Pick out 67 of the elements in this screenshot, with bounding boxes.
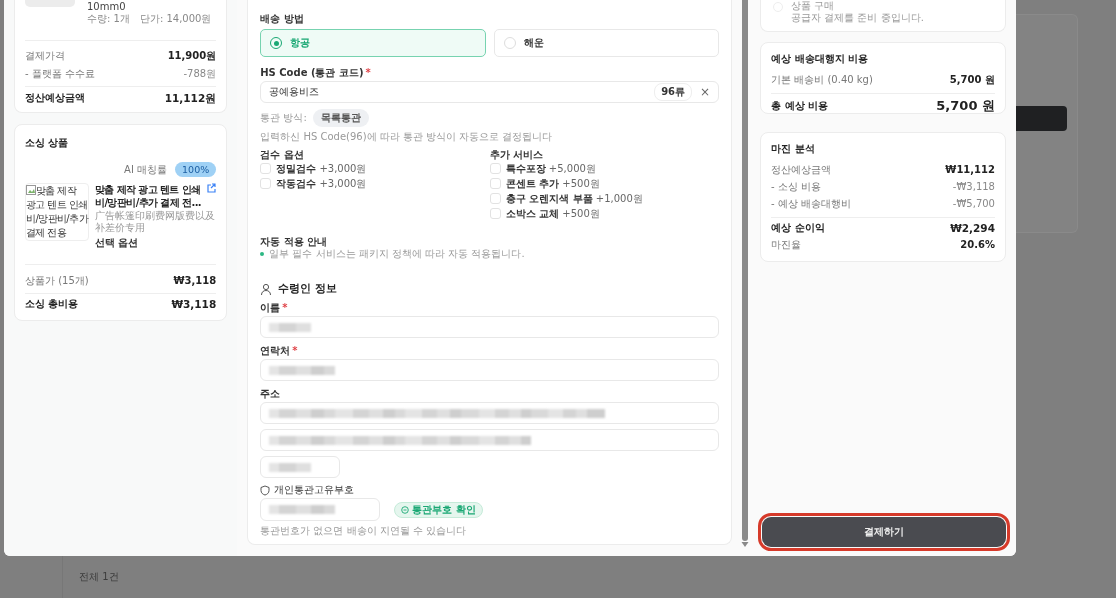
- summary-value: ₩3,118: [171, 298, 217, 310]
- match-label: AI 매칭률: [124, 162, 168, 177]
- summary-value: 11,112원: [164, 92, 217, 104]
- summary-label: 총 예상 비용: [771, 100, 829, 112]
- clear-button[interactable]: ×: [700, 86, 711, 98]
- field-label: 개인통관고유부호: [274, 484, 355, 496]
- card-title: 마진 분석: [771, 143, 816, 155]
- category-badge: 96류: [654, 83, 693, 101]
- summary-value: 5,700 원: [936, 100, 995, 112]
- customs-method-chip: 목록통관: [312, 109, 369, 127]
- summary-label: - 소싱 비용: [771, 181, 822, 193]
- option-text: 10mm0: [87, 0, 127, 13]
- summary-label: 상품가 (15개): [25, 275, 89, 287]
- broken-image: 맞춤 제작 광고 텐트 인쇄비/망판비/추가 결제 전용: [25, 183, 89, 241]
- summary-value: -₩3,118: [952, 181, 995, 193]
- option-label: 충구 오렌지색 부품 +1,000원: [505, 191, 643, 206]
- quantity-text: 수량: 1개: [87, 13, 130, 25]
- summary-label: 소싱 총비용: [25, 298, 79, 310]
- summary-label: 마진율: [771, 239, 802, 251]
- group-label: 검수 옵션: [260, 149, 305, 161]
- field-label: 배송 방법: [260, 13, 304, 25]
- product-title[interactable]: 맞춤 제작 광고 텐트 인쇄비/망판비/추가 결제 전...: [95, 183, 203, 209]
- required-mark: *: [282, 302, 288, 314]
- summary-value: ₩2,294: [950, 222, 995, 234]
- summary-value: -788원: [183, 68, 217, 80]
- option-label: 콘센트 추가 +500원: [505, 176, 600, 191]
- field-label: 주소: [260, 388, 281, 400]
- customs-label: 통관 방식:: [260, 111, 307, 125]
- step-subtitle: 공급자 결제를 준비 중입니다.: [791, 12, 924, 24]
- summary-value: ₩11,112: [945, 164, 995, 176]
- option-label: 특수포장 +5,000원: [505, 161, 596, 176]
- summary-label: 결제가격: [25, 50, 65, 62]
- summary-value: 5,700 원: [949, 74, 995, 86]
- hs-code-field[interactable]: 공예용비즈 96류 ×: [260, 81, 720, 103]
- summary-label: 예상 순이익: [771, 222, 825, 234]
- option-label: 소박스 교체 +500원: [505, 206, 600, 221]
- required-mark: *: [365, 67, 371, 79]
- match-badge: 100%: [175, 162, 217, 177]
- summary-value: -₩5,700: [952, 198, 995, 210]
- product-subtitle: 广告帐篷印刷费网版费以及补差价专用: [95, 210, 216, 234]
- summary-label: 정산예상금액: [25, 92, 85, 104]
- group-label: 추가 서비스: [489, 149, 545, 161]
- field-label: 연락처: [260, 345, 291, 357]
- notice-text: 일부 필수 서비스는 패키지 정책에 따라 자동 적용됩니다.: [269, 248, 525, 260]
- summary-label: - 플랫폼 수수료: [25, 68, 95, 80]
- field-label: HS Code (통관 코드): [260, 67, 364, 79]
- summary-label: 기본 배송비 (0.40 kg): [771, 74, 873, 86]
- step-title: 상품 구매: [791, 0, 836, 12]
- card-title: 예상 배송대행지 비용: [771, 53, 870, 65]
- card-title: 소싱 상품: [25, 137, 70, 149]
- summary-value: 20.6%: [960, 239, 995, 251]
- summary-value: ₩3,118: [173, 275, 217, 287]
- shipping-option[interactable]: 해운: [493, 29, 720, 57]
- option-label: 정밀검수 +3,000원: [276, 161, 367, 176]
- field-label: 이름: [260, 302, 281, 314]
- hint-text: 입력하신 HS Code(96)에 따라 통관 방식이 자동으로 결정됩니다: [260, 131, 554, 143]
- required-mark: *: [292, 345, 298, 357]
- options-label: 선택 옵션: [95, 236, 140, 250]
- unit-price-text: 단가: 14,000원: [139, 13, 212, 25]
- option-label: 작동검수 +3,000원: [276, 176, 367, 191]
- hint-text: 통관번호가 없으면 배송이 지연될 수 있습니다: [260, 525, 468, 537]
- summary-label: - 예상 배송대행비: [771, 198, 852, 210]
- summary-value: 11,900원: [167, 50, 217, 62]
- section-title: 수령인 정보: [278, 282, 337, 296]
- list-count: 전체 1건: [79, 570, 119, 584]
- field-label: 자동 적용 안내: [260, 236, 328, 248]
- summary-label: 정산예상금액: [771, 164, 832, 176]
